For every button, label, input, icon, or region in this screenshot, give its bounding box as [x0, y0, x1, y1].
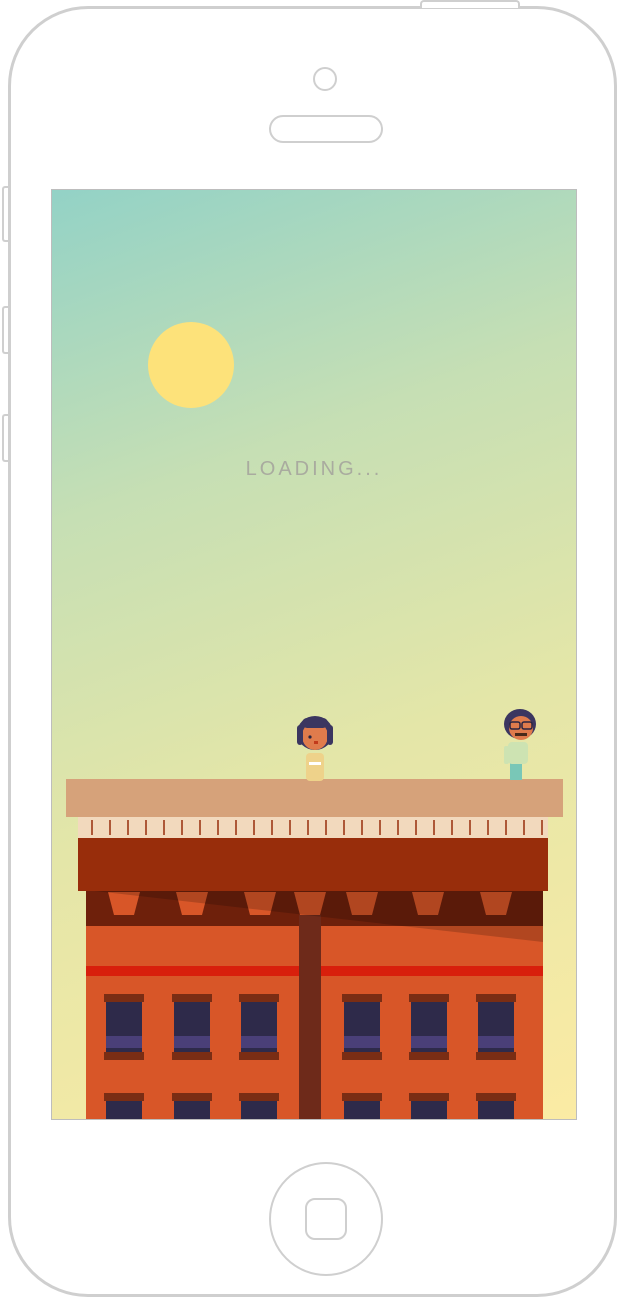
character-girl [297, 716, 333, 781]
volume-down-button[interactable] [2, 414, 8, 462]
earpiece-speaker [269, 115, 383, 143]
power-button[interactable] [420, 0, 520, 8]
roof-ledge [66, 779, 563, 817]
dentil-band [78, 817, 548, 838]
volume-up-button[interactable] [2, 306, 8, 354]
game-screen[interactable]: LOADING... [51, 189, 577, 1120]
center-pillar [299, 915, 321, 1119]
cornice [78, 837, 548, 891]
home-button[interactable] [269, 1162, 383, 1276]
home-button-icon [305, 1198, 347, 1240]
building [86, 890, 543, 1119]
rooftop-scene [66, 709, 563, 1119]
front-camera [313, 67, 337, 91]
character-man [504, 709, 536, 780]
mute-switch[interactable] [2, 186, 8, 242]
